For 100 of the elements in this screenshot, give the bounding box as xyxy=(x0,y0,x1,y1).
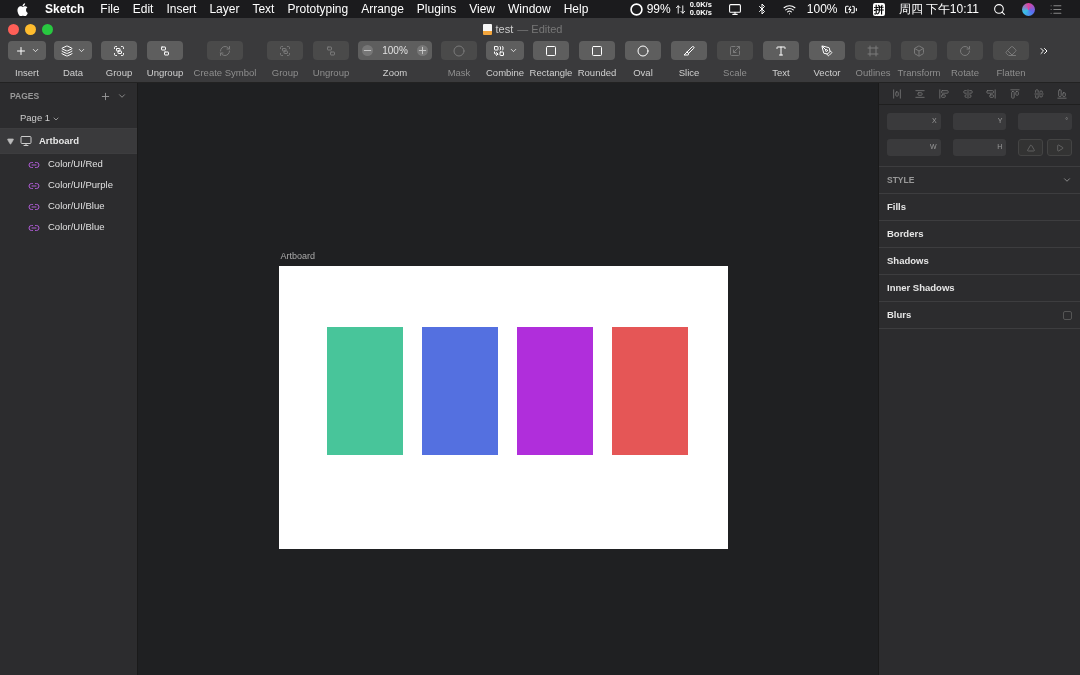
align-icon[interactable] xyxy=(1057,88,1068,99)
color-rectangle[interactable] xyxy=(421,326,498,455)
menu-item[interactable]: Window xyxy=(508,0,551,18)
align-icon[interactable] xyxy=(891,88,902,99)
toolbar-label: Zoom xyxy=(382,66,408,80)
clock[interactable]: 周四 下午10:11 xyxy=(898,0,979,18)
style-section[interactable]: Blurs xyxy=(879,302,1080,329)
align-icon[interactable] xyxy=(962,88,973,99)
ungroup-icon xyxy=(159,44,171,57)
toolbar-label: Ungroup xyxy=(146,66,184,80)
rotate-icon xyxy=(959,44,971,57)
cpu-reading: 99% xyxy=(646,1,671,18)
menu-item[interactable]: View xyxy=(469,0,495,18)
more-icon[interactable] xyxy=(1038,45,1050,57)
zoom-control[interactable]: 100% xyxy=(358,41,432,60)
page-selector[interactable]: Page 1 xyxy=(20,111,51,126)
menu-item[interactable]: Text xyxy=(252,0,275,18)
artboard[interactable] xyxy=(278,265,728,549)
section-title: Blurs xyxy=(887,307,913,322)
zoom-value: 100% xyxy=(382,44,408,58)
menu-item[interactable]: Plugins xyxy=(416,0,457,18)
apple-icon[interactable] xyxy=(17,2,28,16)
toolbar-label: Data xyxy=(62,66,84,80)
layer-name: Color/UI/Blue xyxy=(48,199,105,214)
wifi-icon[interactable] xyxy=(781,2,797,16)
toolbar-button[interactable] xyxy=(671,41,707,60)
zoom-in-icon[interactable] xyxy=(417,45,428,56)
section-title: Inner Shadows xyxy=(887,280,956,295)
caret-icon xyxy=(30,46,40,55)
toolbar-label: Combine xyxy=(486,66,524,80)
arrows-icon xyxy=(674,3,686,15)
style-section[interactable]: Shadows xyxy=(879,248,1080,275)
menu-item[interactable]: Arrange xyxy=(361,0,404,18)
checkbox[interactable] xyxy=(1063,310,1072,320)
layer-row[interactable]: Color/UI/Red xyxy=(0,154,137,175)
pages-heading: PAGES xyxy=(10,89,41,103)
minimize-button[interactable] xyxy=(25,23,36,35)
group-icon xyxy=(279,44,291,57)
color-rectangle[interactable] xyxy=(516,326,593,455)
knife-icon xyxy=(683,44,695,57)
style-section[interactable]: Fills xyxy=(879,194,1080,221)
layer-row[interactable]: Color/UI/Purple xyxy=(0,175,137,196)
layers-icon xyxy=(60,44,73,57)
toolbar-button[interactable] xyxy=(533,41,569,60)
add-page-icon[interactable] xyxy=(100,90,111,102)
artboard-icon xyxy=(19,135,33,147)
disclosure-icon[interactable] xyxy=(7,137,14,145)
align-icon[interactable] xyxy=(915,88,926,99)
toolbar-button[interactable] xyxy=(763,41,799,60)
color-rectangle[interactable] xyxy=(326,326,403,455)
style-section[interactable]: Borders xyxy=(879,221,1080,248)
menu-item[interactable]: Layer xyxy=(209,0,240,18)
toolbar-label: Create Symbol xyxy=(193,66,257,80)
search-icon[interactable] xyxy=(993,2,1006,16)
align-icon[interactable] xyxy=(986,88,997,99)
toolbar-button[interactable] xyxy=(809,41,845,60)
flip-icon xyxy=(1055,143,1064,152)
siri-icon[interactable] xyxy=(1022,2,1035,16)
rectangle-icon xyxy=(545,44,557,57)
menu-item[interactable]: Prototyping xyxy=(287,0,349,18)
artboard-label: Artboard xyxy=(280,250,317,263)
toolbar-button[interactable] xyxy=(486,41,524,60)
flip-icon xyxy=(1026,143,1035,152)
color-rectangle[interactable] xyxy=(611,326,688,455)
zoom-out-icon[interactable] xyxy=(362,45,373,56)
toolbar-label: Flatten xyxy=(996,66,1026,80)
menu-item[interactable]: Help xyxy=(563,0,589,18)
toolbar-label: Outlines xyxy=(855,66,891,80)
toolbar-button[interactable] xyxy=(8,41,46,60)
zoom-button[interactable] xyxy=(42,23,53,35)
input-method[interactable]: 拼 xyxy=(872,2,885,16)
toolbar-button[interactable] xyxy=(147,41,183,60)
app-menu[interactable]: Sketch xyxy=(45,0,85,18)
close-button[interactable] xyxy=(8,23,19,35)
toolbar-label: Group xyxy=(105,66,133,80)
menu-item[interactable]: Edit xyxy=(132,0,154,18)
menu-item[interactable]: Insert xyxy=(166,0,197,18)
style-heading: STYLE xyxy=(887,173,916,187)
toolbar-button[interactable] xyxy=(101,41,137,60)
collapse-icon[interactable] xyxy=(117,91,127,101)
toolbar-button[interactable] xyxy=(54,41,92,60)
align-icon[interactable] xyxy=(1033,88,1044,99)
layer-row[interactable]: Color/UI/Blue xyxy=(0,217,137,238)
layer-row[interactable]: Artboard xyxy=(0,129,137,154)
align-icon[interactable] xyxy=(1009,88,1020,99)
align-icon[interactable] xyxy=(939,88,950,99)
style-section[interactable]: Inner Shadows xyxy=(879,275,1080,302)
collapse-icon[interactable] xyxy=(1062,175,1072,185)
group-icon xyxy=(113,44,125,57)
toolbar-label: Text xyxy=(772,66,790,80)
layer-row[interactable]: Color/UI/Blue xyxy=(0,196,137,217)
pen-icon xyxy=(821,44,833,57)
ungroup-icon xyxy=(325,44,337,57)
toolbar-button[interactable] xyxy=(625,41,661,60)
menu-item[interactable]: File xyxy=(100,0,120,18)
caret-icon xyxy=(76,46,86,55)
ring-icon[interactable] xyxy=(629,2,643,16)
combine-icon xyxy=(492,44,505,57)
toolbar-button[interactable] xyxy=(579,41,615,60)
list-icon[interactable] xyxy=(1049,2,1063,16)
